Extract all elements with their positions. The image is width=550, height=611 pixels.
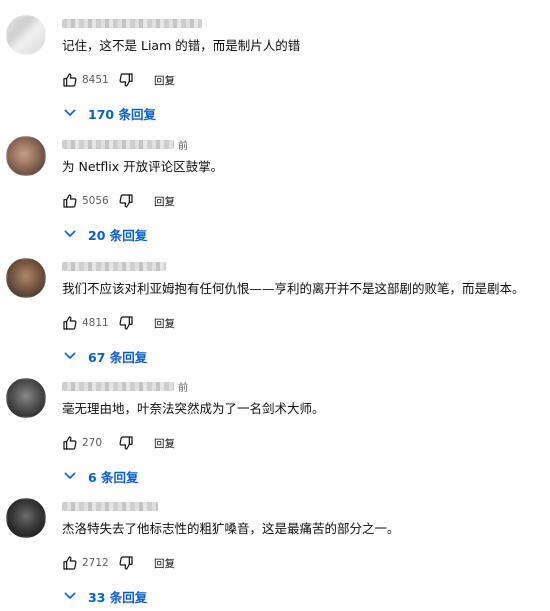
thumb-down-icon — [119, 194, 133, 208]
chevron-down-icon — [64, 109, 76, 116]
avatar[interactable] — [6, 136, 46, 176]
like-button[interactable] — [60, 70, 80, 90]
reply-button[interactable]: 回复 — [154, 316, 175, 331]
thumb-down-icon — [119, 316, 133, 330]
view-replies-button[interactable]: 6 条回复 — [62, 465, 139, 487]
dislike-button[interactable] — [116, 433, 136, 453]
comment-text: 为 Netflix 开放评论区鼓掌。 — [62, 159, 224, 174]
like-count: 4811 — [82, 317, 109, 329]
chevron-down-icon — [64, 230, 76, 237]
thumb-up-icon — [63, 194, 77, 208]
thumb-down-icon — [119, 556, 133, 570]
view-replies-button[interactable]: 33 条回复 — [62, 585, 147, 607]
comment-thread: 我们不应该对利亚姆抱有任何仇恨——亨利的离开并不是这部剧的败笔，而是剧本。 48… — [0, 253, 550, 371]
comment-actions: 4811 回复 — [60, 313, 175, 333]
comment-thread: 记住，这不是 Liam 的错，而是制片人的错 8451 回复 170 条回复 — [0, 10, 550, 128]
like-button[interactable] — [60, 433, 80, 453]
comment-actions: 270 回复 — [60, 433, 175, 453]
avatar[interactable] — [6, 15, 46, 55]
reply-button[interactable]: 回复 — [154, 194, 175, 209]
avatar[interactable] — [6, 258, 46, 298]
comment-timestamp: 前 — [178, 140, 188, 152]
view-replies-button[interactable]: 67 条回复 — [62, 345, 147, 367]
chevron-down-icon — [64, 472, 76, 479]
like-button[interactable] — [60, 191, 80, 211]
replies-count-label: 6 条回复 — [88, 469, 139, 485]
comment-text: 记住，这不是 Liam 的错，而是制片人的错 — [62, 38, 301, 53]
replies-count-label: 170 条回复 — [88, 106, 156, 122]
like-count: 270 — [82, 437, 103, 449]
comment-text: 杰洛特失去了他标志性的粗犷嗓音，这是最痛苦的部分之一。 — [62, 521, 400, 536]
like-count: 8451 — [82, 74, 109, 86]
like-button[interactable] — [60, 313, 80, 333]
author-name[interactable]: 前 — [62, 378, 188, 394]
avatar[interactable] — [6, 498, 46, 538]
author-name[interactable]: 前 — [62, 136, 188, 152]
like-count: 5056 — [82, 195, 109, 207]
thumb-up-icon — [63, 73, 77, 87]
dislike-button[interactable] — [116, 313, 136, 333]
chevron-down-icon — [64, 592, 76, 599]
author-name[interactable] — [62, 258, 170, 274]
dislike-button[interactable] — [116, 191, 136, 211]
thumb-down-icon — [119, 436, 133, 450]
view-replies-button[interactable]: 170 条回复 — [62, 102, 156, 124]
thumb-down-icon — [119, 73, 133, 87]
comment-text: 我们不应该对利亚姆抱有任何仇恨——亨利的离开并不是这部剧的败笔，而是剧本。 — [62, 281, 525, 296]
replies-count-label: 67 条回复 — [88, 349, 148, 365]
like-count: 2712 — [82, 557, 109, 569]
avatar[interactable] — [6, 378, 46, 418]
reply-button[interactable]: 回复 — [154, 436, 175, 451]
comment-actions: 2712 回复 — [60, 553, 175, 573]
reply-button[interactable]: 回复 — [154, 73, 175, 88]
author-name[interactable] — [62, 15, 206, 31]
comment-text: 毫无理由地，叶奈法突然成为了一名剑术大师。 — [62, 401, 325, 416]
reply-button[interactable]: 回复 — [154, 556, 175, 571]
thumb-up-icon — [63, 556, 77, 570]
comment-actions: 5056 回复 — [60, 191, 175, 211]
comment-actions: 8451 回复 — [60, 70, 175, 90]
comment-thread: 前 毫无理由地，叶奈法突然成为了一名剑术大师。 270 回复 6 条回复 — [0, 373, 550, 491]
author-name[interactable] — [62, 498, 162, 514]
replies-count-label: 33 条回复 — [88, 589, 148, 605]
dislike-button[interactable] — [116, 70, 136, 90]
thumb-up-icon — [63, 436, 77, 450]
replies-count-label: 20 条回复 — [88, 227, 148, 243]
comment-thread: 杰洛特失去了他标志性的粗犷嗓音，这是最痛苦的部分之一。 2712 回复 33 条… — [0, 493, 550, 611]
like-button[interactable] — [60, 553, 80, 573]
view-replies-button[interactable]: 20 条回复 — [62, 223, 147, 245]
chevron-down-icon — [64, 352, 76, 359]
dislike-button[interactable] — [116, 553, 136, 573]
comment-thread: 前 为 Netflix 开放评论区鼓掌。 5056 回复 20 条回复 — [0, 131, 550, 249]
thumb-up-icon — [63, 316, 77, 330]
comment-timestamp: 前 — [178, 382, 188, 394]
